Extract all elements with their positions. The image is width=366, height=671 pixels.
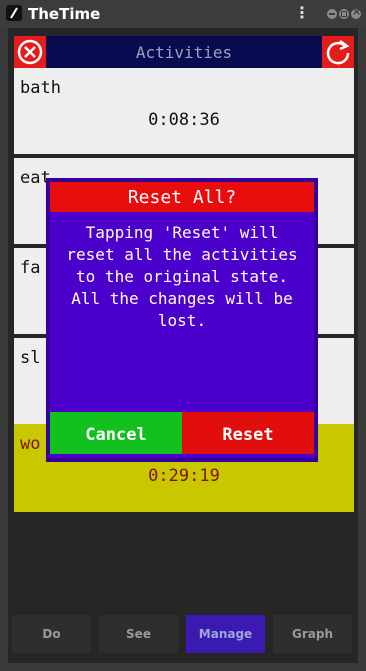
reset-dialog: Reset All? Tapping 'Reset' will reset al…	[46, 178, 318, 462]
cancel-button[interactable]: Cancel	[50, 412, 182, 454]
dialog-overlay: Reset All? Tapping 'Reset' will reset al…	[0, 0, 366, 671]
dialog-title: Reset All?	[50, 182, 314, 212]
reset-button[interactable]: Reset	[182, 412, 314, 454]
dialog-message: Tapping 'Reset' will reset all the activ…	[66, 223, 298, 330]
